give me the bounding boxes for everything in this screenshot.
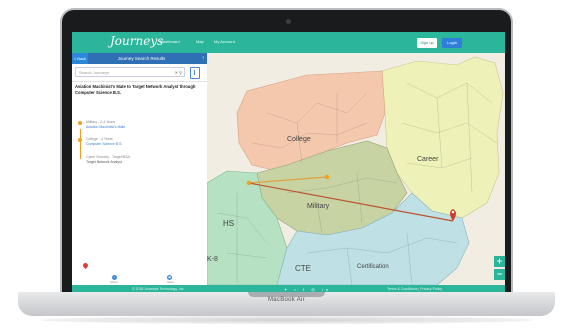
region-label-military: Military <box>307 203 330 210</box>
laptop-lid: Journeys Dashboard Map My Account Sign u… <box>60 8 513 298</box>
sidebar-footer: i About ▣ Save <box>72 275 207 285</box>
search-placeholder: Search Journeys <box>79 70 110 75</box>
filter-icon[interactable] <box>190 67 200 79</box>
camera-icon <box>286 19 291 24</box>
route-line <box>79 129 81 159</box>
region-label-certification: Certification <box>357 264 389 270</box>
search-input[interactable]: Search Journeys ✕ ⚲ <box>75 67 185 77</box>
region-label-hs: HS <box>223 219 234 228</box>
laptop-screen: Journeys Dashboard Map My Account Sign u… <box>72 32 505 294</box>
map-canvas[interactable]: College Career Military HS K-8 CTE Certi… <box>206 53 505 286</box>
nav-dashboard[interactable]: Dashboard <box>160 39 180 44</box>
search-icon[interactable]: ✕ ⚲ <box>175 68 182 78</box>
laptop-bezel: Journeys Dashboard Map My Account Sign u… <box>62 10 511 298</box>
back-button[interactable]: < Back <box>72 53 88 64</box>
journey-map[interactable]: College Career Military HS K-8 CTE Certi… <box>206 53 505 286</box>
waypoint-icon[interactable] <box>246 180 252 186</box>
about-label[interactable]: About <box>110 280 118 284</box>
step-sub[interactable]: Aviation Machinist's Mate <box>86 125 196 130</box>
laptop-shadow <box>40 316 533 324</box>
region-label-career: Career <box>417 156 439 163</box>
laptop-base: MacBook Air <box>18 292 555 316</box>
login-button[interactable]: Login <box>442 38 462 48</box>
region-label-k8: K-8 <box>207 256 218 263</box>
nav-my-account[interactable]: My Account <box>214 39 235 44</box>
signup-button[interactable]: Sign up <box>417 38 437 48</box>
step-sub[interactable]: Target Network Analyst <box>86 160 196 165</box>
destination-pin-icon <box>81 261 90 270</box>
app-logo[interactable]: Journeys <box>110 34 163 48</box>
waypoint-icon[interactable] <box>324 174 330 180</box>
waypoint-icon <box>78 138 82 142</box>
device-label: MacBook Air <box>268 297 305 303</box>
waypoint-icon <box>78 121 82 125</box>
save-label[interactable]: Save <box>167 280 174 284</box>
step-sub[interactable]: Computer Science B.S. <box>86 142 196 147</box>
chevron-left-icon[interactable]: ‹ <box>202 53 204 64</box>
sidebar-title: Journey Search Results <box>117 56 166 61</box>
result-title[interactable]: Aviation Machinist's Mate to Target Netw… <box>75 84 200 96</box>
pin-center <box>451 210 455 214</box>
region-label-college: College <box>287 136 311 143</box>
app-header: Journeys Dashboard Map My Account Sign u… <box>72 32 505 53</box>
zoom-in-button[interactable]: + <box>494 256 505 267</box>
journey-sidebar: < Back Journey Search Results ‹ Search J… <box>72 53 208 285</box>
region-label-cte: CTE <box>295 264 311 273</box>
zoom-out-button[interactable]: − <box>494 269 505 280</box>
divider <box>72 81 207 82</box>
sidebar-header: < Back Journey Search Results ‹ <box>72 53 207 64</box>
nav-map[interactable]: Map <box>196 39 204 44</box>
